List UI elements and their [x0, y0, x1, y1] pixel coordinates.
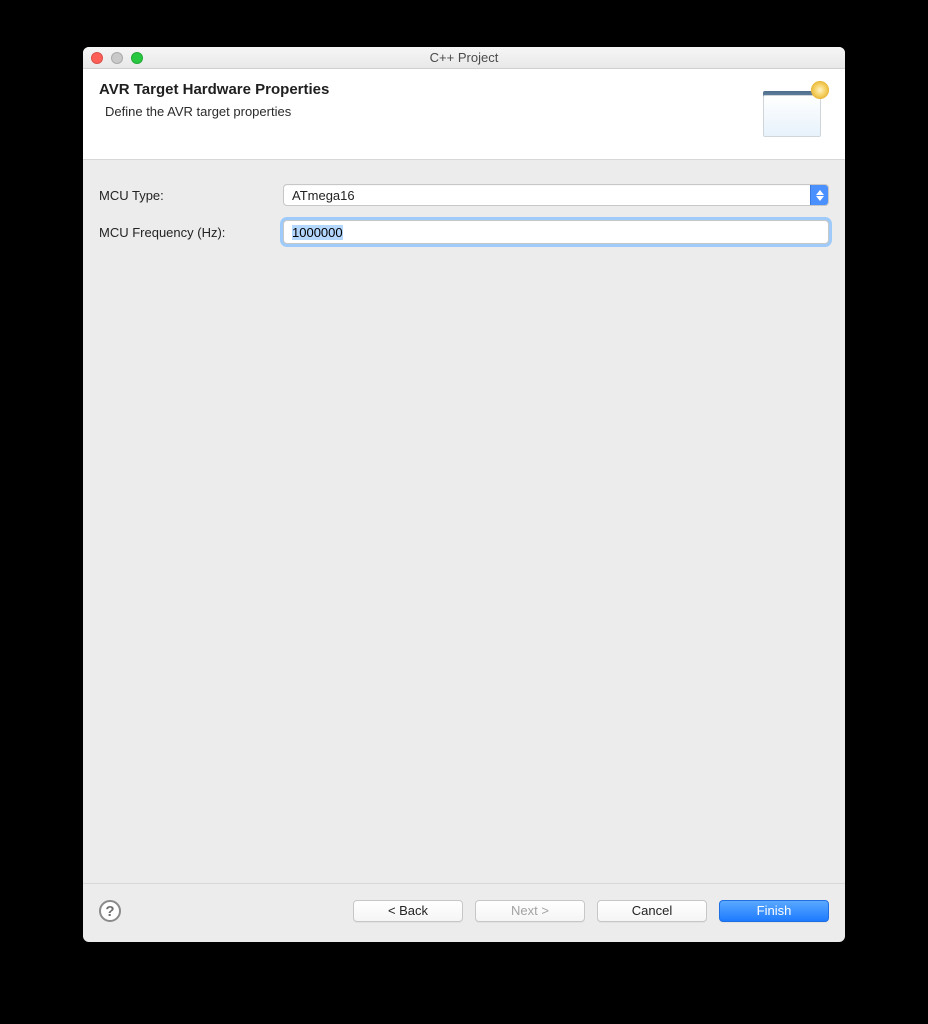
close-icon[interactable] [91, 52, 103, 64]
page-title: AVR Target Hardware Properties [99, 81, 329, 98]
minimize-icon [111, 52, 123, 64]
mcu-type-value: ATmega16 [292, 188, 355, 203]
window-title: C++ Project [83, 50, 845, 65]
chevron-up-down-icon[interactable] [810, 185, 828, 205]
mcu-frequency-row: MCU Frequency (Hz): [99, 220, 829, 244]
mcu-type-row: MCU Type: ATmega16 [99, 184, 829, 206]
next-button: Next > [475, 900, 585, 922]
back-button[interactable]: < Back [353, 900, 463, 922]
wizard-footer: ? < Back Next > Cancel Finish [83, 883, 845, 942]
wizard-banner: AVR Target Hardware Properties Define th… [83, 69, 845, 160]
wizard-banner-icon [759, 81, 829, 139]
mcu-frequency-input[interactable] [283, 220, 829, 244]
mcu-type-combo[interactable]: ATmega16 [283, 184, 829, 206]
mcu-frequency-label: MCU Frequency (Hz): [99, 225, 277, 240]
wizard-content: MCU Type: ATmega16 MCU Frequency (Hz): [83, 160, 845, 883]
wizard-window: C++ Project AVR Target Hardware Properti… [83, 47, 845, 942]
titlebar: C++ Project [83, 47, 845, 69]
help-icon[interactable]: ? [99, 900, 121, 922]
cancel-button[interactable]: Cancel [597, 900, 707, 922]
zoom-icon[interactable] [131, 52, 143, 64]
page-subtitle: Define the AVR target properties [99, 104, 329, 119]
mcu-type-label: MCU Type: [99, 188, 277, 203]
window-controls [91, 52, 143, 64]
finish-button[interactable]: Finish [719, 900, 829, 922]
